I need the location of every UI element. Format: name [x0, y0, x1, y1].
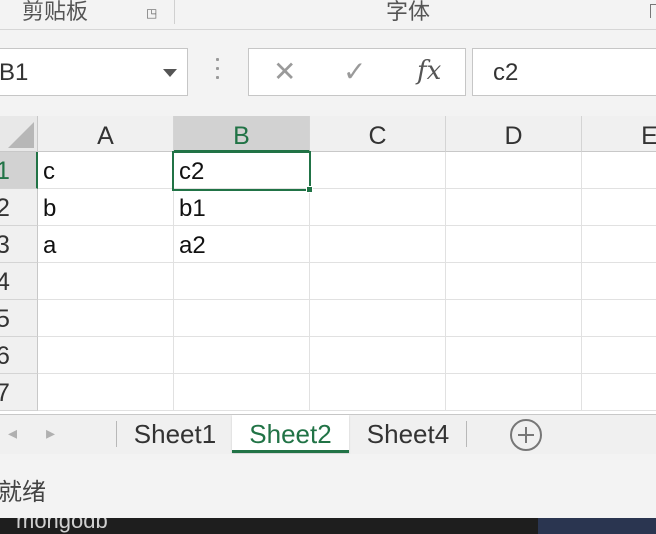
fill-handle[interactable] [306, 186, 313, 193]
cell-b5[interactable] [174, 300, 310, 337]
cell-a1[interactable]: c [38, 152, 174, 189]
tab-divider [116, 421, 117, 447]
cell-c1[interactable] [310, 152, 446, 189]
scroll-right-icon[interactable]: ▸ [46, 423, 55, 444]
cell-c2[interactable] [310, 189, 446, 226]
status-text: 就绪 [0, 478, 46, 506]
cell-e1[interactable] [582, 152, 656, 189]
cell-c5[interactable] [310, 300, 446, 337]
cell-a2[interactable]: b [38, 189, 174, 226]
row-header-3[interactable]: 3 [0, 226, 38, 263]
sheet-tab-sheet1[interactable]: Sheet1 [120, 415, 230, 453]
cell-e6[interactable] [582, 337, 656, 374]
row-header-6[interactable]: 6 [0, 337, 38, 374]
resize-grip-icon[interactable] [214, 58, 220, 88]
row-header-5[interactable]: 5 [0, 300, 38, 337]
formula-controls: ✕ ✓ fx [248, 48, 466, 96]
formula-bar: B1 ✕ ✓ fx c2 [0, 30, 656, 116]
background-window-block [538, 518, 656, 534]
row-number: 3 [0, 231, 10, 259]
formula-value: c2 [493, 59, 519, 86]
ribbon: 剪贴板 ◳ 字体 [0, 0, 656, 30]
cell-b7[interactable] [174, 374, 310, 411]
cell-b3[interactable]: a2 [174, 226, 310, 263]
cell-a4[interactable] [38, 263, 174, 300]
row-header-2[interactable]: 2 [0, 189, 38, 226]
row-header-7[interactable]: 7 [0, 374, 38, 411]
chevron-down-icon[interactable] [163, 69, 177, 77]
background-window-strip: mongodb [0, 518, 656, 534]
add-sheet-icon[interactable] [510, 419, 542, 451]
column-header-a[interactable]: A [38, 116, 174, 152]
cell-b4[interactable] [174, 263, 310, 300]
spreadsheet-grid: A B C D E 1 2 3 4 5 6 7 c c2 b b1 a a2 [0, 116, 656, 414]
check-icon[interactable]: ✓ [343, 57, 366, 87]
status-bar: 就绪 [0, 454, 656, 518]
row-header-1[interactable]: 1 [0, 152, 38, 189]
cell-e7[interactable] [582, 374, 656, 411]
clipboard-group-label: 剪贴板 [22, 0, 89, 25]
row-number: 6 [0, 342, 10, 370]
cell-a3[interactable]: a [38, 226, 174, 263]
cell-d5[interactable] [446, 300, 582, 337]
name-box[interactable]: B1 [0, 48, 188, 96]
insert-function-icon[interactable]: fx [417, 55, 441, 87]
cell-d7[interactable] [446, 374, 582, 411]
dialog-launcher-icon[interactable]: ◳ [146, 6, 160, 20]
sheet-tabs-bar: ◂ ▸ Sheet1 Sheet2 Sheet4 [0, 414, 656, 454]
cell-b2[interactable]: b1 [174, 189, 310, 226]
scroll-left-icon[interactable]: ◂ [8, 423, 17, 444]
row-number: 2 [0, 194, 10, 222]
select-all-icon [8, 122, 34, 148]
row-number: 5 [0, 305, 10, 333]
sheet-tab-sheet2[interactable]: Sheet2 [232, 415, 349, 453]
cell-d6[interactable] [446, 337, 582, 374]
font-group-label: 字体 [386, 0, 431, 25]
cell-b6[interactable] [174, 337, 310, 374]
close-icon[interactable]: ✕ [273, 57, 296, 87]
row-number: 4 [0, 268, 10, 296]
cell-d1[interactable] [446, 152, 582, 189]
cell-d3[interactable] [446, 226, 582, 263]
name-box-value: B1 [0, 59, 29, 86]
cell-e4[interactable] [582, 263, 656, 300]
font-dialog-launcher-icon[interactable] [650, 4, 656, 18]
cell-e3[interactable] [582, 226, 656, 263]
sheet-tab-sheet4[interactable]: Sheet4 [352, 415, 464, 453]
row-header-4[interactable]: 4 [0, 263, 38, 300]
column-header-d[interactable]: D [446, 116, 582, 152]
cell-e5[interactable] [582, 300, 656, 337]
cell-a6[interactable] [38, 337, 174, 374]
cell-c3[interactable] [310, 226, 446, 263]
column-header-c[interactable]: C [310, 116, 446, 152]
cell-d4[interactable] [446, 263, 582, 300]
column-header-b[interactable]: B [174, 116, 310, 152]
cell-d2[interactable] [446, 189, 582, 226]
cell-a7[interactable] [38, 374, 174, 411]
cell-c4[interactable] [310, 263, 446, 300]
column-header-e[interactable]: E [582, 116, 656, 152]
background-window-text: mongodb [16, 518, 108, 533]
select-all-button[interactable] [0, 116, 38, 152]
cell-c6[interactable] [310, 337, 446, 374]
tab-divider [466, 421, 467, 447]
row-number: 7 [0, 379, 10, 407]
formula-input[interactable]: c2 [472, 48, 656, 96]
cell-a5[interactable] [38, 300, 174, 337]
cell-b1[interactable]: c2 [174, 152, 310, 189]
row-number: 1 [0, 157, 10, 185]
cell-c7[interactable] [310, 374, 446, 411]
ribbon-divider [174, 0, 175, 24]
cell-e2[interactable] [582, 189, 656, 226]
